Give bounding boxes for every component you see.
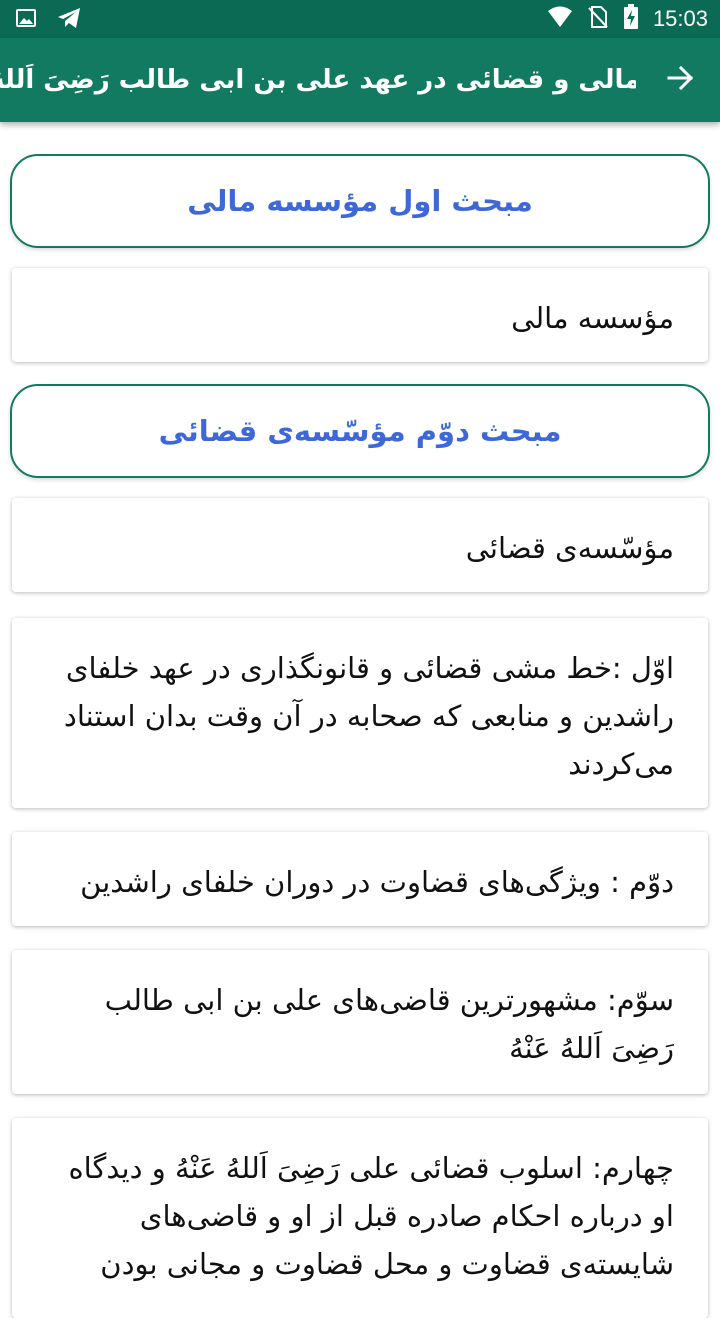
wifi-icon (547, 6, 573, 32)
app-bar: مؤسسه مالی و قضائی در عهد علی بن ابی طال… (0, 38, 720, 122)
arrow-back-icon (665, 63, 695, 97)
section-heading[interactable]: مبحث اول مؤسسه مالی (10, 154, 710, 248)
telegram-icon (56, 6, 82, 34)
list-item[interactable]: سوّم: مشهورترین قاضی‌های علی بن ابی طالب… (12, 950, 708, 1094)
list-item[interactable]: چهارم: اسلوب قضائی علی رَضِیَ اَللهُ عَن… (12, 1118, 708, 1318)
status-bar: 15:03 (0, 0, 720, 38)
clock: 15:03 (652, 6, 708, 31)
battery-icon (623, 4, 639, 34)
list-item[interactable]: دوّم : ویژگی‌های قضاوت در دوران خلفای را… (12, 832, 708, 926)
list-item[interactable]: مؤسسه مالی (12, 268, 708, 362)
no-sim-icon (587, 5, 609, 33)
list-item[interactable]: اوّل :خط مشی قضائی و قانونگذاری در عهد خ… (12, 618, 708, 808)
list-item[interactable]: مؤسّسه‌ی قضائی (12, 498, 708, 592)
page-title: مؤسسه مالی و قضائی در عهد علی بن ابی طال… (0, 65, 636, 95)
back-button[interactable] (662, 62, 698, 98)
section-heading[interactable]: مبحث دوّم مؤسّسه‌ی قضائی (10, 384, 710, 478)
image-icon (14, 6, 38, 34)
